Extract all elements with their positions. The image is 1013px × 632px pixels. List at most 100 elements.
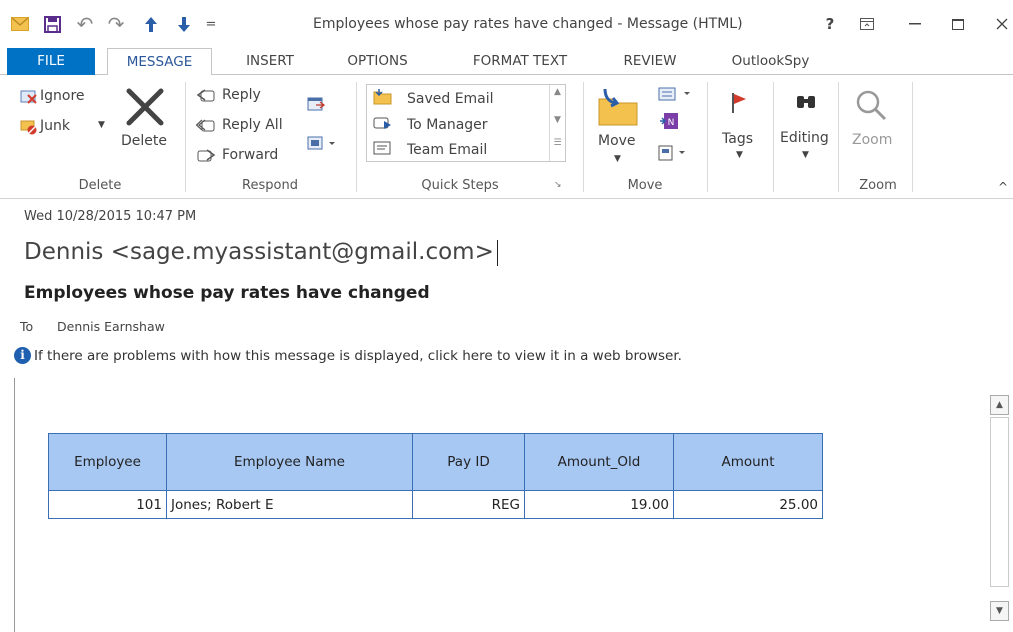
maximize-button[interactable] bbox=[946, 14, 970, 34]
editing-dropdown-icon[interactable]: ▼ bbox=[802, 150, 809, 160]
cell-amount-old: 19.00 bbox=[524, 490, 674, 519]
zoom-button[interactable]: Zoom bbox=[852, 132, 892, 148]
forward-button[interactable]: Forward bbox=[222, 147, 278, 163]
tab-review[interactable]: REVIEW bbox=[610, 48, 690, 75]
sender-text: Dennis <sage.myassistant@gmail.com> bbox=[24, 239, 494, 265]
junk-icon bbox=[20, 118, 38, 136]
ribbon-tabs: FILE MESSAGE INSERT OPTIONS FORMAT TEXT … bbox=[0, 48, 1013, 76]
tags-dropdown-icon[interactable]: ▼ bbox=[736, 150, 743, 160]
scroll-track[interactable] bbox=[990, 417, 1009, 587]
message-sender[interactable]: Dennis <sage.myassistant@gmail.com> bbox=[24, 239, 498, 266]
ribbon-separator bbox=[773, 82, 774, 192]
quick-steps-scrollbar[interactable]: ▲ ▼ ☰ bbox=[549, 85, 565, 161]
cell-amount: 25.00 bbox=[673, 490, 823, 519]
tab-message[interactable]: MESSAGE bbox=[107, 48, 212, 76]
reply-all-icon bbox=[196, 117, 216, 135]
tab-options[interactable]: OPTIONS bbox=[330, 48, 425, 75]
envelope-icon bbox=[9, 13, 31, 35]
employees-table: Employee Employee Name Pay ID Amount_Old… bbox=[48, 433, 823, 519]
to-label: To bbox=[20, 319, 34, 334]
quick-step-saved-email[interactable]: Saved Email bbox=[373, 88, 494, 110]
tab-outlookspy[interactable]: OutlookSpy bbox=[718, 48, 823, 75]
ignore-button[interactable]: Ignore bbox=[40, 88, 85, 104]
ribbon-display-options-icon[interactable] bbox=[855, 14, 879, 34]
quick-step-team-email[interactable]: Team Email bbox=[373, 139, 487, 161]
flag-icon[interactable] bbox=[726, 89, 754, 117]
move-dropdown-icon[interactable]: ▼ bbox=[614, 154, 621, 164]
editing-button[interactable]: Editing bbox=[780, 130, 829, 146]
text-cursor bbox=[496, 239, 498, 266]
undo-icon[interactable]: ↶ bbox=[74, 12, 96, 36]
column-header-amount: Amount bbox=[673, 433, 823, 491]
move-folder-icon[interactable] bbox=[595, 87, 641, 127]
reply-button[interactable]: Reply bbox=[222, 87, 261, 103]
meeting-reply-icon[interactable] bbox=[306, 95, 326, 113]
table-header-row: Employee Employee Name Pay ID Amount_Old… bbox=[48, 433, 823, 491]
cell-pay-id: REG bbox=[412, 490, 525, 519]
help-button[interactable]: ? bbox=[818, 14, 842, 34]
forward-icon bbox=[196, 147, 216, 165]
save-icon[interactable] bbox=[41, 13, 63, 35]
scroll-up-icon[interactable]: ▲ bbox=[552, 87, 563, 111]
group-label-zoom: Zoom bbox=[859, 178, 897, 193]
onenote-icon[interactable]: N bbox=[658, 111, 680, 131]
close-button[interactable] bbox=[990, 14, 1013, 34]
tab-format-text[interactable]: FORMAT TEXT bbox=[445, 48, 595, 75]
scroll-down-button[interactable]: ▼ bbox=[990, 601, 1009, 621]
column-header-amount-old: Amount_Old bbox=[524, 433, 674, 491]
junk-dropdown-icon[interactable]: ▼ bbox=[98, 120, 105, 130]
scroll-down-icon[interactable]: ▼ bbox=[552, 115, 563, 139]
reply-icon bbox=[196, 87, 216, 105]
column-header-employee: Employee bbox=[48, 433, 167, 491]
quick-step-label: Team Email bbox=[407, 142, 488, 158]
expand-gallery-icon[interactable]: ☰ bbox=[552, 138, 563, 162]
column-header-pay-id: Pay ID bbox=[412, 433, 525, 491]
ribbon-separator bbox=[838, 82, 839, 192]
group-label-respond: Respond bbox=[242, 178, 298, 193]
quick-steps-gallery: Saved Email To Manager Team Email ▲ ▼ ☰ bbox=[366, 84, 566, 162]
tab-file[interactable]: FILE bbox=[7, 48, 95, 75]
zoom-magnifier-icon[interactable] bbox=[853, 87, 889, 123]
info-bar-text: If there are problems with how this mess… bbox=[34, 347, 682, 364]
redo-icon[interactable]: ↷ bbox=[105, 12, 127, 36]
new-email-icon bbox=[373, 140, 397, 160]
scroll-up-button[interactable]: ▲ bbox=[990, 395, 1009, 415]
cell-employee-name: Jones; Robert E bbox=[166, 490, 413, 519]
collapse-ribbon-icon[interactable]: ^ bbox=[998, 180, 1008, 194]
rules-icon[interactable] bbox=[656, 84, 696, 104]
table-row: 101 Jones; Robert E REG 19.00 25.00 bbox=[48, 490, 823, 519]
reply-all-button[interactable]: Reply All bbox=[222, 117, 283, 133]
previous-item-icon[interactable] bbox=[140, 13, 162, 35]
delete-button[interactable]: Delete bbox=[121, 133, 167, 149]
vertical-scrollbar[interactable]: ▲ ▼ bbox=[989, 393, 1013, 632]
quick-step-label: To Manager bbox=[407, 117, 488, 133]
info-icon: i bbox=[14, 347, 31, 364]
message-subject: Employees whose pay rates have changed bbox=[24, 283, 430, 303]
tab-insert[interactable]: INSERT bbox=[230, 48, 310, 75]
body-left-border bbox=[14, 378, 15, 632]
customize-qat-icon[interactable]: = bbox=[200, 13, 222, 35]
info-bar[interactable]: i If there are problems with how this me… bbox=[14, 347, 682, 364]
tags-button[interactable]: Tags bbox=[722, 131, 753, 147]
more-respond-icon[interactable] bbox=[306, 134, 338, 152]
forward-envelope-icon bbox=[373, 115, 397, 135]
to-recipient[interactable]: Dennis Earnshaw bbox=[57, 319, 165, 334]
folder-arrow-icon bbox=[373, 89, 397, 109]
column-header-employee-name: Employee Name bbox=[166, 433, 413, 491]
binoculars-icon[interactable] bbox=[792, 89, 820, 115]
ignore-icon bbox=[20, 88, 38, 106]
quick-step-label: Saved Email bbox=[407, 91, 494, 107]
ribbon-separator bbox=[707, 82, 708, 192]
move-button[interactable]: Move bbox=[598, 133, 636, 149]
group-label-quick-steps: Quick Steps bbox=[421, 178, 499, 193]
actions-icon[interactable] bbox=[656, 143, 696, 163]
ribbon-separator bbox=[583, 82, 584, 192]
junk-button[interactable]: Junk bbox=[40, 118, 70, 134]
cell-employee: 101 bbox=[48, 490, 167, 519]
dialog-launcher-icon[interactable]: ↘ bbox=[554, 180, 562, 190]
next-item-icon[interactable] bbox=[173, 13, 195, 35]
delete-x-icon[interactable] bbox=[124, 87, 166, 127]
minimize-button[interactable] bbox=[903, 14, 927, 34]
quick-step-to-manager[interactable]: To Manager bbox=[373, 114, 488, 136]
message-date: Wed 10/28/2015 10:47 PM bbox=[24, 209, 197, 224]
